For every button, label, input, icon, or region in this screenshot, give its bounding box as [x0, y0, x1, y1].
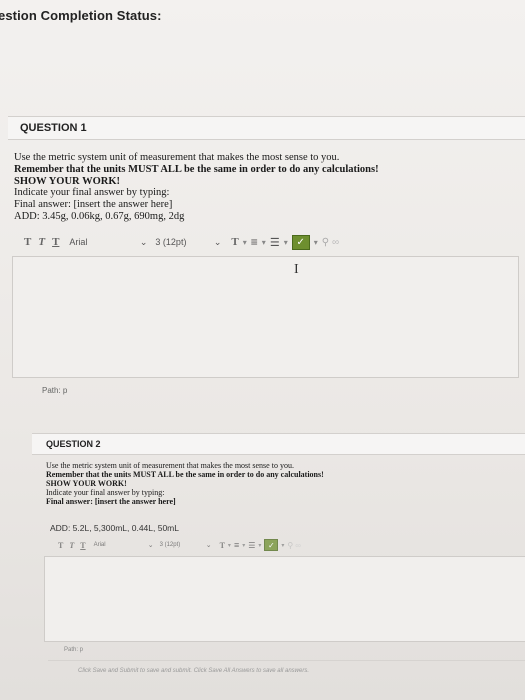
underline-button[interactable]: T	[80, 541, 85, 550]
spellcheck-icon[interactable]: ✓	[264, 539, 279, 551]
align-icon[interactable]: ≡	[251, 235, 258, 249]
question-2-path: Path: p	[64, 647, 84, 653]
chevron-down-icon: ⌄	[139, 236, 148, 247]
unlink-icon[interactable]: ∞	[295, 541, 301, 550]
chevron-down-icon: ⌄	[205, 542, 212, 549]
assessment-page: estion Completion Status: QUESTION 1 Use…	[0, 0, 525, 700]
underline-button[interactable]: T	[52, 236, 59, 248]
font-family-value: Arial	[69, 237, 88, 247]
spellcheck-icon[interactable]: ✓	[291, 234, 310, 250]
list-icon[interactable]: ☰	[248, 541, 255, 550]
link-icon[interactable]: ⚲	[322, 237, 329, 248]
prompt-line: Remember that the units MUST ALL be the …	[14, 163, 379, 175]
font-size-select[interactable]: 3 (12pt) ⌄	[160, 541, 212, 549]
dropdown-arrow-icon: ▾	[281, 542, 285, 549]
font-size-value: 3 (12pt)	[155, 237, 187, 247]
bold-button[interactable]: T	[58, 541, 63, 550]
prompt-line: Final answer: [insert the answer here]	[14, 199, 173, 210]
italic-button[interactable]: T	[38, 236, 45, 248]
text-color-button[interactable]: T	[231, 236, 238, 248]
prompt-line: ADD: 3.45g, 0.06kg, 0.67g, 690mg, 2dg	[14, 210, 185, 222]
font-family-value: Arial	[93, 542, 106, 548]
text-color-button[interactable]: T	[220, 541, 225, 550]
unlink-icon[interactable]: ∞	[332, 237, 339, 248]
dropdown-arrow-icon: ▾	[242, 542, 246, 549]
question-1-prompt: Use the metric system unit of measuremen…	[14, 152, 379, 223]
font-size-value: 3 (12pt)	[159, 542, 181, 548]
font-family-select[interactable]: Arial ⌄	[69, 237, 147, 248]
dropdown-arrow-icon: ▾	[227, 542, 231, 549]
prompt-line: SHOW YOUR WORK!	[14, 175, 120, 187]
list-icon[interactable]: ☰	[270, 236, 280, 249]
bold-button[interactable]: T	[24, 236, 31, 248]
question-2-header: QUESTION 2	[32, 433, 525, 455]
dropdown-arrow-icon: ▾	[313, 237, 318, 247]
prompt-line: Final answer: [insert the answer here]	[46, 496, 176, 506]
question-1-title: QUESTION 1	[20, 122, 87, 134]
prompt-line: Use the metric system unit of measuremen…	[14, 152, 340, 163]
question-2-editor-toolbar: T T T Arial ⌄ 3 (12pt) ⌄ T ▾ ≡ ▾ ☰ ▾ ✓ ▾…	[58, 538, 301, 552]
dropdown-arrow-icon: ▾	[242, 237, 247, 247]
align-icon[interactable]: ≡	[234, 540, 239, 550]
question-2-add-line: ADD: 5.2L, 5,300mL, 0.44L, 50mL	[50, 523, 179, 533]
dropdown-arrow-icon: ▾	[283, 237, 288, 247]
prompt-line: Indicate your final answer by typing:	[14, 187, 170, 199]
question-2-prompt: Use the metric system unit of measuremen…	[46, 461, 324, 507]
question-1-header: QUESTION 1	[8, 116, 525, 140]
question-2-answer-editor[interactable]	[44, 556, 525, 642]
question-1-answer-editor[interactable]	[12, 256, 519, 378]
question-1-editor-toolbar: T T T Arial ⌄ 3 (12pt) ⌄ T ▾ ≡ ▾ ☰ ▾ ✓ ▾…	[24, 234, 339, 250]
link-icon[interactable]: ⚲	[287, 541, 293, 550]
question-2-title: QUESTION 2	[46, 439, 101, 449]
chevron-down-icon: ⌄	[147, 542, 154, 549]
font-size-select[interactable]: 3 (12pt) ⌄	[155, 237, 221, 248]
dropdown-arrow-icon: ▾	[261, 237, 266, 247]
question-1-path: Path: p	[42, 386, 68, 395]
italic-button[interactable]: T	[69, 541, 74, 550]
chevron-down-icon: ⌄	[213, 236, 222, 247]
footer-divider	[48, 660, 525, 661]
footer-instructions: Click Save and Submit to save and submit…	[78, 668, 309, 674]
text-cursor-icon: I	[294, 262, 299, 277]
question-completion-status-title: estion Completion Status:	[0, 8, 162, 23]
dropdown-arrow-icon: ▾	[258, 542, 262, 549]
font-family-select[interactable]: Arial ⌄	[94, 541, 154, 549]
